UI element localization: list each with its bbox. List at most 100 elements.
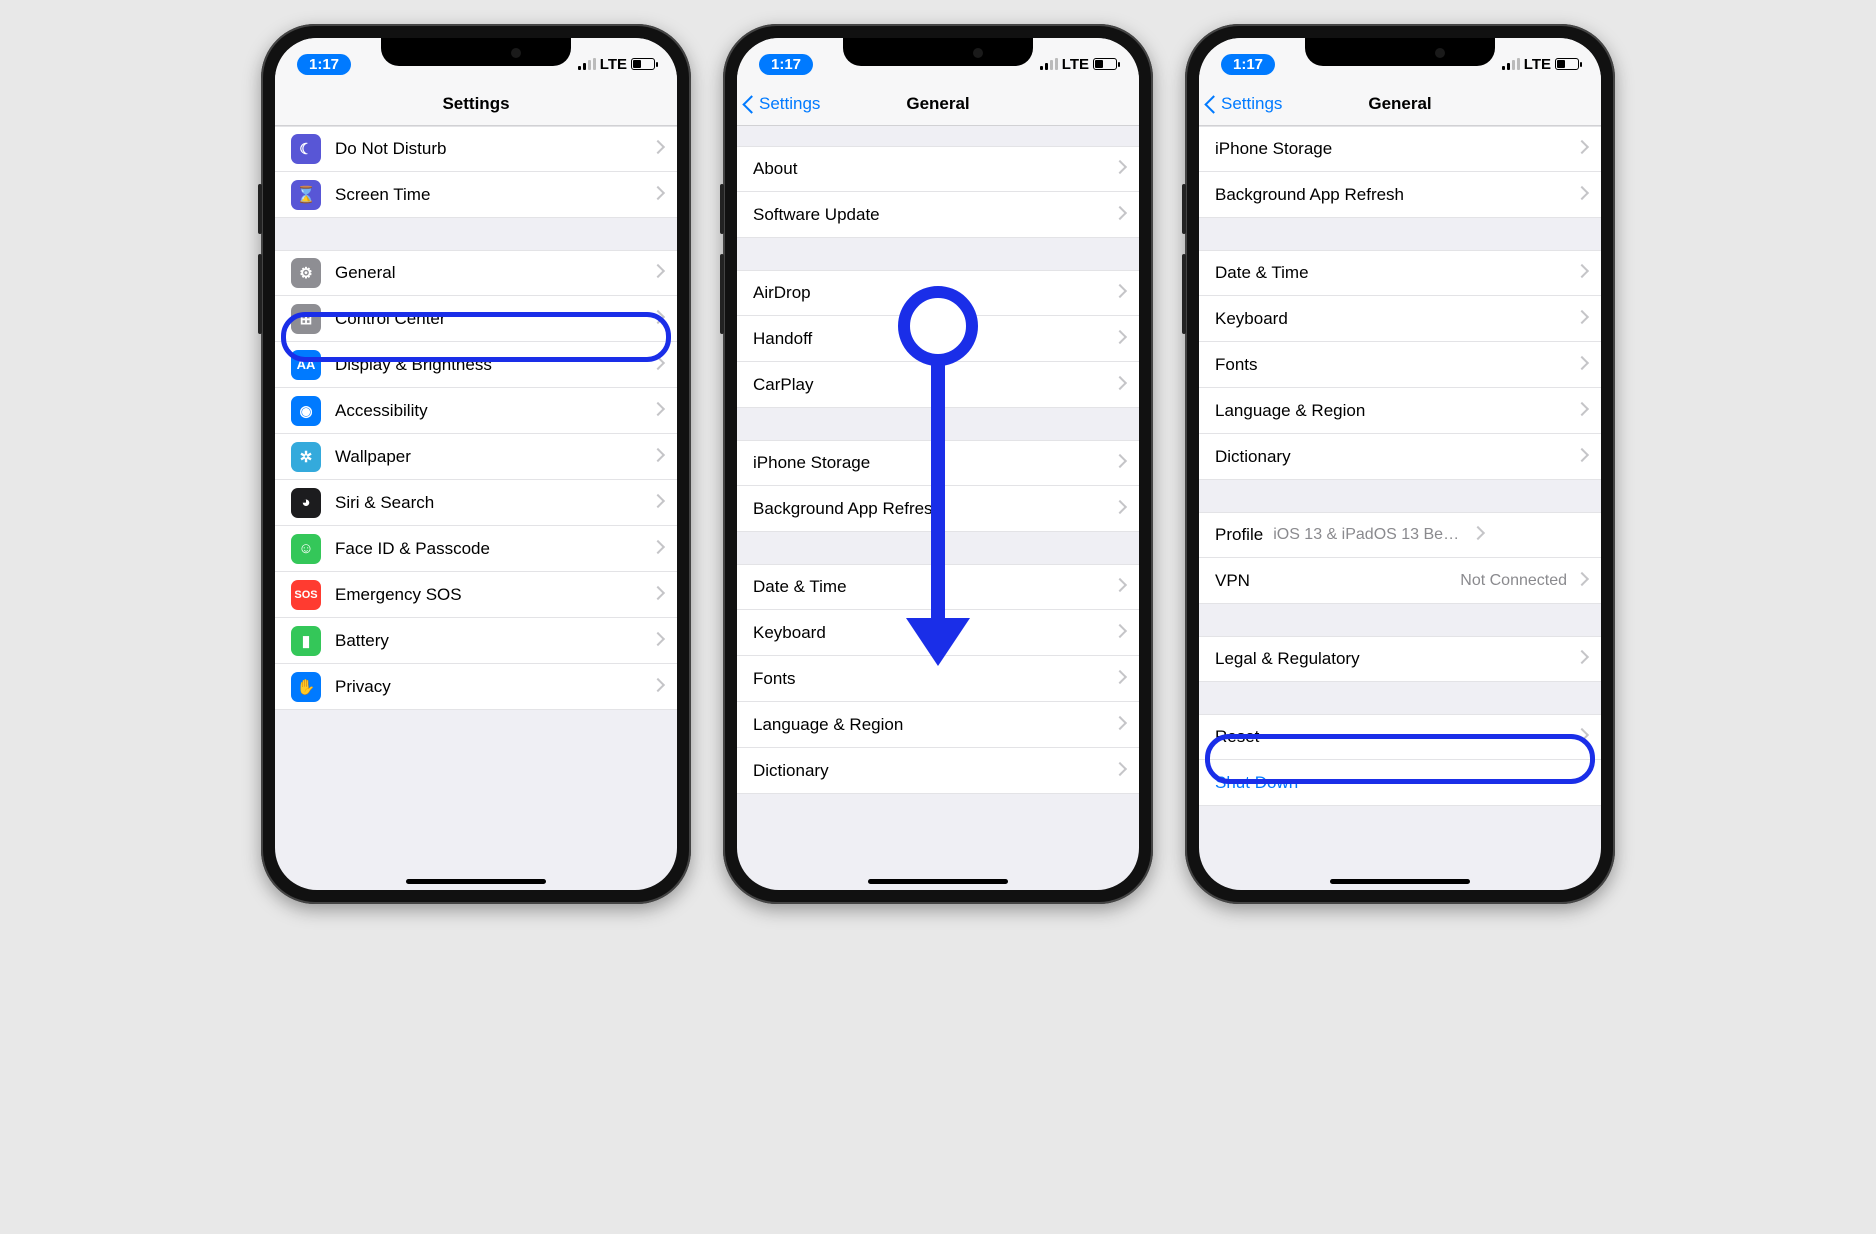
home-indicator[interactable] <box>1330 879 1470 884</box>
row-label: Siri & Search <box>335 493 643 513</box>
chevron-right-icon <box>1115 332 1123 346</box>
accessibility-icon: ◉ <box>291 396 321 426</box>
row-battery[interactable]: ▮ Battery <box>275 618 677 664</box>
row-control-center[interactable]: ⊞ Control Center <box>275 296 677 342</box>
chevron-right-icon <box>1115 502 1123 516</box>
row-handoff[interactable]: Handoff <box>737 316 1139 362</box>
row-legal-regulatory[interactable]: Legal & Regulatory <box>1199 636 1601 682</box>
chevron-right-icon <box>1577 404 1585 418</box>
status-right: LTE <box>1040 56 1117 73</box>
status-time: 1:17 <box>297 54 351 75</box>
row-reset[interactable]: Reset <box>1199 714 1601 760</box>
row-airdrop[interactable]: AirDrop <box>737 270 1139 316</box>
chevron-right-icon <box>1577 266 1585 280</box>
row-label: Date & Time <box>1215 263 1567 283</box>
row-label: General <box>335 263 643 283</box>
chevron-right-icon <box>1115 626 1123 640</box>
row-label: Reset <box>1215 727 1567 747</box>
chevron-right-icon <box>1115 162 1123 176</box>
chevron-right-icon <box>653 542 661 556</box>
row-language-region[interactable]: Language & Region <box>1199 388 1601 434</box>
chevron-right-icon <box>1115 456 1123 470</box>
row-privacy[interactable]: ✋ Privacy <box>275 664 677 710</box>
row-keyboard[interactable]: Keyboard <box>1199 296 1601 342</box>
row-label: Language & Region <box>1215 401 1567 421</box>
chevron-right-icon <box>1115 718 1123 732</box>
row-date-time[interactable]: Date & Time <box>1199 250 1601 296</box>
row-dictionary[interactable]: Dictionary <box>737 748 1139 794</box>
phone-frame-2: 1:17 LTE Settings General About Software… <box>723 24 1153 904</box>
signal-icon <box>1502 58 1520 70</box>
row-label: Emergency SOS <box>335 585 643 605</box>
row-vpn[interactable]: VPN Not Connected <box>1199 558 1601 604</box>
row-wallpaper[interactable]: ✲ Wallpaper <box>275 434 677 480</box>
chevron-right-icon <box>653 188 661 202</box>
home-indicator[interactable] <box>406 879 546 884</box>
row-label: Display & Brightness <box>335 355 643 375</box>
row-fonts[interactable]: Fonts <box>1199 342 1601 388</box>
row-siri-search[interactable]: ◕ Siri & Search <box>275 480 677 526</box>
carrier-label: LTE <box>1062 56 1089 73</box>
back-button[interactable]: Settings <box>737 94 820 114</box>
chevron-right-icon <box>653 404 661 418</box>
row-carplay[interactable]: CarPlay <box>737 362 1139 408</box>
status-right: LTE <box>1502 56 1579 73</box>
home-indicator[interactable] <box>868 879 1008 884</box>
row-dictionary[interactable]: Dictionary <box>1199 434 1601 480</box>
hourglass-icon: ⌛ <box>291 180 321 210</box>
row-label: Privacy <box>335 677 643 697</box>
toggles-icon: ⊞ <box>291 304 321 334</box>
row-iphone-storage[interactable]: iPhone Storage <box>737 440 1139 486</box>
chevron-right-icon <box>1115 378 1123 392</box>
row-general[interactable]: ⚙ General <box>275 250 677 296</box>
row-iphone-storage[interactable]: iPhone Storage <box>1199 126 1601 172</box>
chevron-right-icon <box>653 496 661 510</box>
screen-settings: 1:17 LTE Settings ☾ Do Not Disturb ⌛ Scr… <box>275 38 677 890</box>
signal-icon <box>1040 58 1058 70</box>
battery-icon <box>1093 58 1117 70</box>
row-language-region[interactable]: Language & Region <box>737 702 1139 748</box>
battery-settings-icon: ▮ <box>291 626 321 656</box>
battery-icon <box>1555 58 1579 70</box>
back-label: Settings <box>759 94 820 114</box>
row-screen-time[interactable]: ⌛ Screen Time <box>275 172 677 218</box>
row-label: Battery <box>335 631 643 651</box>
row-background-app-refresh[interactable]: Background App Refresh <box>737 486 1139 532</box>
notch <box>1305 38 1495 66</box>
row-label: Face ID & Passcode <box>335 539 643 559</box>
row-shut-down[interactable]: Shut Down <box>1199 760 1601 806</box>
row-fonts[interactable]: Fonts <box>737 656 1139 702</box>
carrier-label: LTE <box>600 56 627 73</box>
notch <box>843 38 1033 66</box>
row-label: Wallpaper <box>335 447 643 467</box>
chevron-right-icon <box>1577 358 1585 372</box>
row-profile[interactable]: Profile iOS 13 & iPadOS 13 Beta Softwar.… <box>1199 512 1601 558</box>
chevron-right-icon <box>1577 730 1585 744</box>
row-label: Background App Refresh <box>1215 185 1567 205</box>
row-software-update[interactable]: Software Update <box>737 192 1139 238</box>
hand-icon: ✋ <box>291 672 321 702</box>
chevron-right-icon <box>1115 764 1123 778</box>
row-label: Keyboard <box>753 623 1105 643</box>
row-label: Accessibility <box>335 401 643 421</box>
row-date-time[interactable]: Date & Time <box>737 564 1139 610</box>
status-time: 1:17 <box>1221 54 1275 75</box>
general-list-scrolled[interactable]: iPhone Storage Background App Refresh Da… <box>1199 126 1601 890</box>
chevron-right-icon <box>1115 286 1123 300</box>
row-display-brightness[interactable]: AA Display & Brightness <box>275 342 677 388</box>
row-keyboard[interactable]: Keyboard <box>737 610 1139 656</box>
chevron-right-icon <box>1473 528 1481 542</box>
general-list[interactable]: About Software Update AirDrop Handoff Ca… <box>737 126 1139 890</box>
back-button[interactable]: Settings <box>1199 94 1282 114</box>
row-do-not-disturb[interactable]: ☾ Do Not Disturb <box>275 126 677 172</box>
phone-frame-1: 1:17 LTE Settings ☾ Do Not Disturb ⌛ Scr… <box>261 24 691 904</box>
chevron-right-icon <box>653 142 661 156</box>
row-background-app-refresh[interactable]: Background App Refresh <box>1199 172 1601 218</box>
row-emergency-sos[interactable]: SOS Emergency SOS <box>275 572 677 618</box>
siri-icon: ◕ <box>291 488 321 518</box>
row-faceid-passcode[interactable]: ☺ Face ID & Passcode <box>275 526 677 572</box>
row-accessibility[interactable]: ◉ Accessibility <box>275 388 677 434</box>
chevron-right-icon <box>653 450 661 464</box>
settings-list[interactable]: ☾ Do Not Disturb ⌛ Screen Time ⚙ General… <box>275 126 677 890</box>
row-about[interactable]: About <box>737 146 1139 192</box>
